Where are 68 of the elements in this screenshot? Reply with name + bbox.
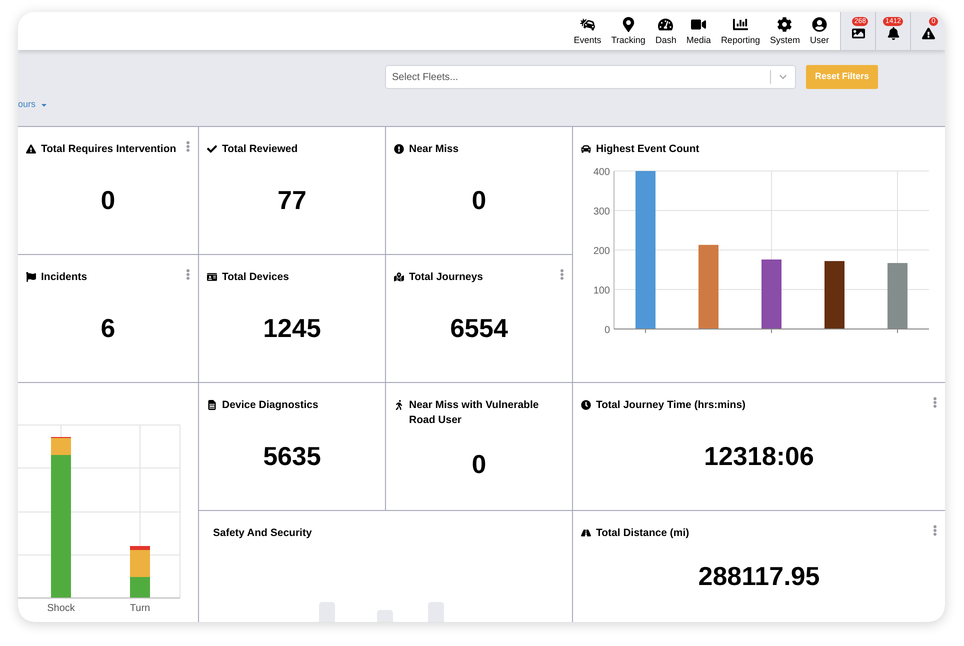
clock-icon: [581, 400, 591, 410]
tile-title: Total Devices: [222, 270, 289, 285]
more-options-icon[interactable]: [558, 269, 566, 280]
more-options-icon[interactable]: [931, 525, 939, 536]
tile-title: Near Miss with Vulnerable Road User: [409, 398, 540, 428]
car-icon: [581, 144, 591, 154]
id-card-icon: [207, 272, 217, 282]
car-crash-icon: [580, 16, 595, 32]
map-pin-icon: [620, 16, 636, 32]
tile-title: Highest Event Count: [596, 142, 700, 157]
sim-card-icon: [207, 400, 217, 410]
tile-title: Total Requires Intervention: [41, 142, 176, 157]
fleet-select-field[interactable]: Select Fleets...: [385, 65, 796, 89]
axis-tick-label: 100: [593, 286, 610, 296]
stat-value: 0: [100, 184, 116, 217]
stat-value: 6554: [450, 312, 508, 345]
user-icon: [812, 16, 827, 32]
nav-item[interactable]: System: [766, 16, 803, 46]
more-options-icon[interactable]: [184, 269, 192, 280]
stat-value: 5635: [263, 440, 321, 473]
more-options-icon[interactable]: [184, 141, 192, 152]
flag-icon: [26, 272, 36, 282]
chevron-down-icon: [779, 73, 787, 81]
road-icon: [581, 528, 591, 538]
stat-value: 12318:06: [704, 440, 814, 473]
tile-title: Total Distance (mi): [596, 526, 690, 541]
nav-item[interactable]: User: [806, 16, 832, 46]
stat-value: 0: [472, 448, 486, 480]
axis-tick-label: 200: [593, 246, 610, 257]
axis-tick-label: 400: [593, 167, 610, 178]
checkmark-icon: [207, 144, 217, 154]
tile-title: Total Journeys: [409, 270, 483, 285]
stat-value: 77: [278, 184, 306, 217]
tile-title: Total Journey Time (hrs:mins): [596, 398, 746, 413]
fleet-select-input[interactable]: Select Fleets...: [386, 70, 770, 84]
bar: [762, 259, 782, 329]
bar: [824, 261, 844, 329]
stat-value: 288117.95: [698, 560, 820, 593]
video-camera-icon: [691, 16, 706, 32]
stat-value: 1245: [263, 312, 321, 345]
stat-value: 0: [472, 184, 486, 217]
more-options-icon[interactable]: [931, 397, 939, 408]
tile-title: Incidents: [41, 270, 88, 285]
image-icon: [852, 26, 864, 40]
bell-icon: [886, 26, 900, 40]
axis-label: Shock: [47, 603, 75, 614]
exclamation-icon: [394, 144, 404, 154]
gauge-icon: [658, 16, 674, 32]
warning-icon: [26, 144, 36, 154]
tile-title: Device Diagnostics: [222, 398, 318, 413]
nav-item[interactable]: Media: [683, 16, 714, 46]
nav-item[interactable]: Tracking: [608, 16, 648, 46]
bar-chart-icon: [732, 16, 748, 32]
tile-title: Safety And Security: [213, 526, 312, 541]
nav-item[interactable]: Events: [570, 16, 604, 46]
warning-icon: [922, 26, 934, 40]
map-icon: [394, 272, 404, 282]
stat-value: 6: [100, 312, 116, 345]
bar-segment: [130, 577, 150, 598]
axis-label: Turn: [130, 603, 150, 614]
axis-tick-label: 300: [593, 206, 610, 218]
settings-icon: [777, 16, 792, 32]
tile-title: Near Miss: [409, 142, 459, 157]
nav-item[interactable]: Dash: [652, 16, 680, 46]
axis-tick-label: 0: [604, 325, 610, 336]
nav-item[interactable]: Reporting: [718, 16, 763, 46]
pedestrian-icon: [394, 400, 404, 410]
tile-title: Total Reviewed: [222, 142, 298, 157]
